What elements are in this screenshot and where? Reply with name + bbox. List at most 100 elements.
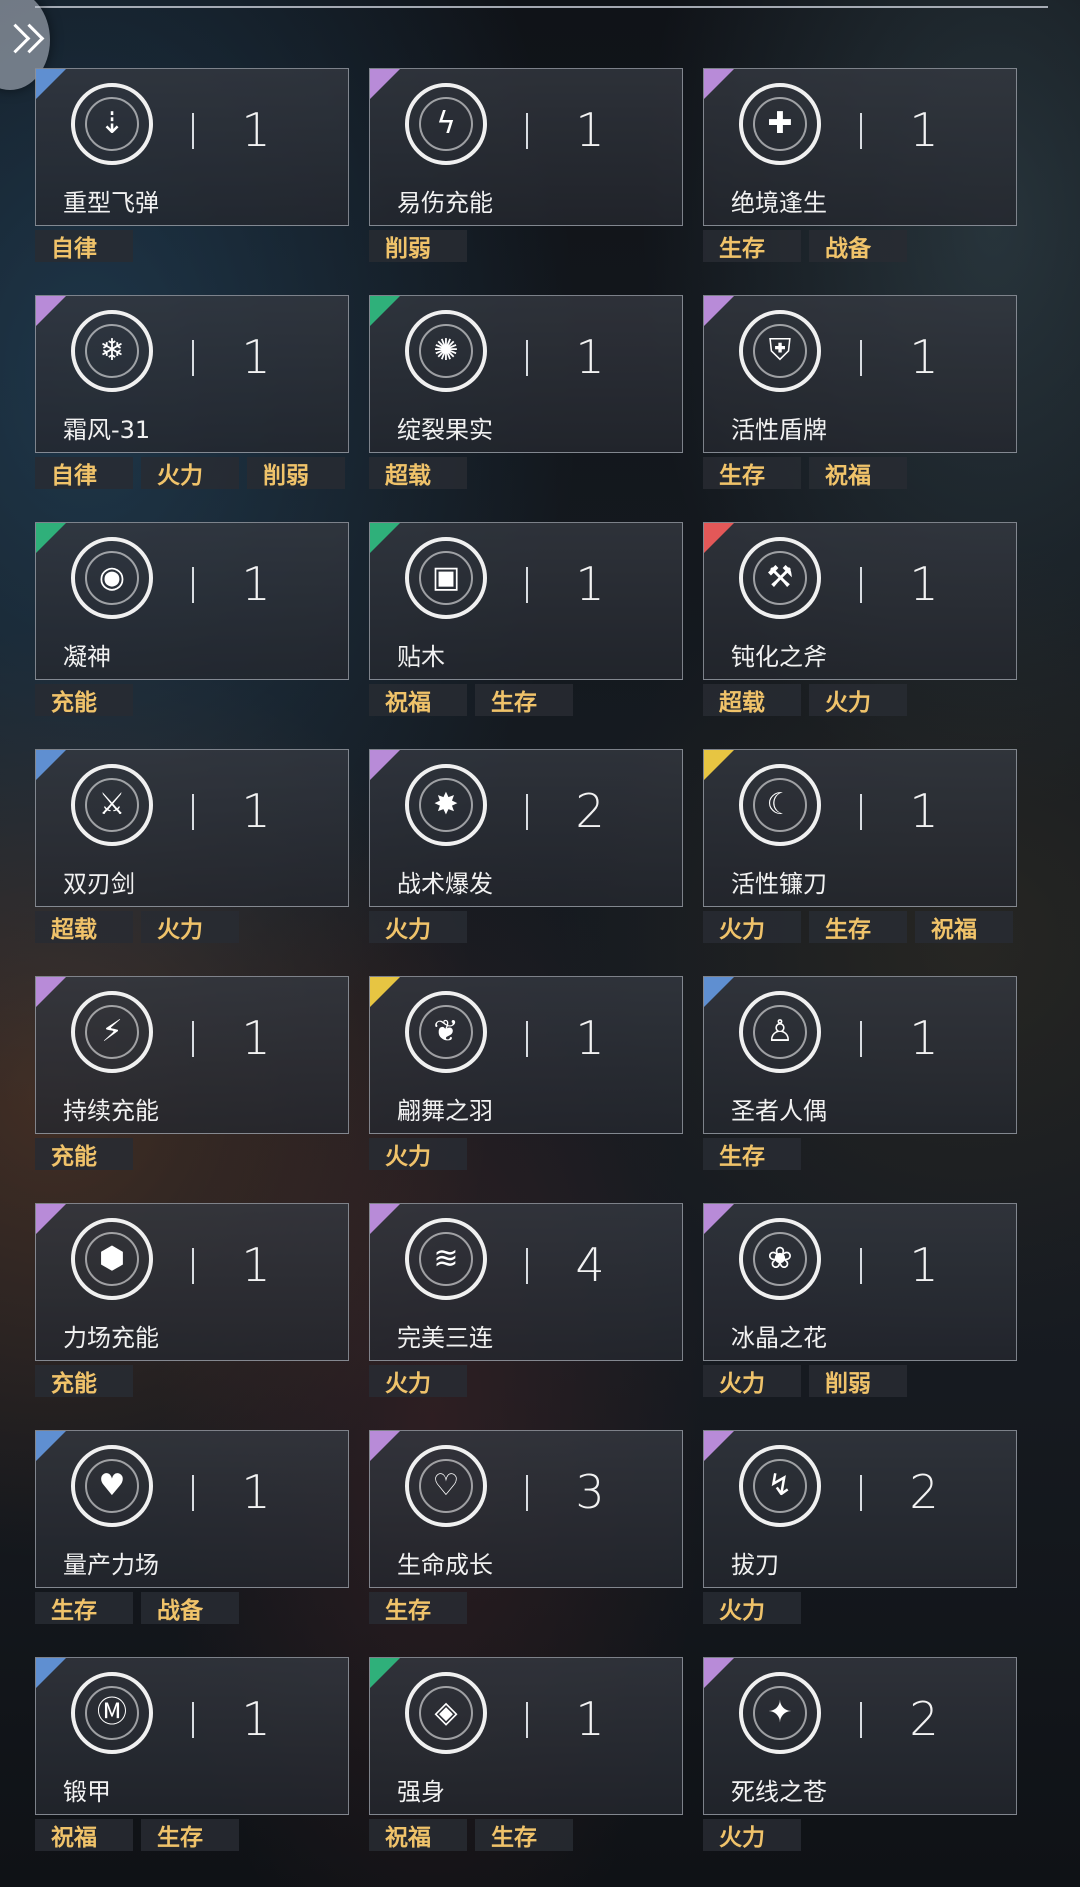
item-card[interactable]: ⚔ 1 双刃剑 超载 火力: [35, 749, 349, 943]
item-name: 翩舞之羽: [397, 1097, 493, 1125]
rarity-marker: [704, 1658, 734, 1688]
item-name: 量产力场: [63, 1551, 159, 1579]
item-count: 1: [575, 1692, 605, 1746]
diamond-chevron-icon: ◈: [405, 1672, 487, 1754]
item-name: 锻甲: [63, 1778, 111, 1806]
item-card[interactable]: ⛨ 1 活性盾牌生存 祝福: [703, 295, 1017, 489]
item-name: 圣者人偶: [731, 1097, 827, 1125]
item-card[interactable]: ◈ 1 强身祝福 生存: [369, 1657, 683, 1851]
rarity-marker: [704, 523, 734, 553]
tag-list: 自律 火力 削弱: [35, 457, 345, 491]
tag-list: 火力: [369, 1138, 467, 1172]
tag-badge: 火力: [141, 911, 239, 943]
item-card[interactable]: ✸ 2 战术爆发 火力: [369, 749, 683, 943]
item-count: 1: [909, 330, 939, 384]
tag-badge: 超载: [369, 457, 467, 489]
rarity-marker: [704, 69, 734, 99]
barrier-icon: ▣: [405, 537, 487, 619]
item-card[interactable]: ✦ 2 死线之苍 火力: [703, 1657, 1017, 1851]
shield-bolt-icon: ϟ: [405, 83, 487, 165]
double-blade-icon: ⚔: [71, 764, 153, 846]
rarity-marker: [704, 296, 734, 326]
item-card[interactable]: ⬢ 1 力场充能 充能: [35, 1203, 349, 1397]
item-name: 钝化之斧: [731, 643, 827, 671]
item-count: 1: [575, 557, 605, 611]
item-count: 1: [909, 1238, 939, 1292]
item-card[interactable]: ⚡ 1 持续充能 充能: [35, 976, 349, 1170]
card-frame: ◉ 1 凝神: [35, 522, 349, 680]
count-divider: [192, 1248, 194, 1284]
tag-list: 火力: [703, 1592, 801, 1626]
item-card[interactable]: ❄ 1 霜风-31 自律 火力 削弱: [35, 295, 349, 489]
card-frame: ϟ 1 易伤充能: [369, 68, 683, 226]
heart-hex-icon: ♥: [71, 1445, 153, 1527]
item-card[interactable]: ♡ 3 生命成长生存: [369, 1430, 683, 1624]
item-name: 凝神: [63, 643, 111, 671]
tag-list: 祝福 生存: [369, 1819, 573, 1853]
tag-list: 祝福 生存: [35, 1819, 239, 1853]
tag-badge: 生存: [703, 457, 801, 489]
item-card[interactable]: ❦ 1 翩舞之羽 火力: [369, 976, 683, 1170]
item-card[interactable]: ♙ 1 圣者人偶 生存: [703, 976, 1017, 1170]
draw-sword-icon: ↯: [739, 1445, 821, 1527]
tag-badge: 生存: [703, 230, 801, 262]
item-card[interactable]: ⚒ 1 钝化之斧 超载 火力: [703, 522, 1017, 716]
rarity-marker: [704, 750, 734, 780]
item-name: 强身: [397, 1778, 445, 1806]
tag-badge: 削弱: [369, 230, 467, 262]
feather-icon: ❦: [405, 991, 487, 1073]
item-card[interactable]: ☾ 1 活性镰刀 火力 生存 祝福: [703, 749, 1017, 943]
tag-badge: 生存: [369, 1592, 467, 1624]
item-card[interactable]: ⇣ 1 重型飞弹 自律: [35, 68, 349, 262]
tag-list: 自律: [35, 230, 133, 264]
deadline-star-icon: ✦: [739, 1672, 821, 1754]
count-divider: [526, 1475, 528, 1511]
item-card[interactable]: ≋ 4 完美三连 火力: [369, 1203, 683, 1397]
card-frame: ❄ 1 霜风-31: [35, 295, 349, 453]
item-count: 4: [575, 1238, 605, 1292]
tag-badge: 生存: [475, 1819, 573, 1851]
item-count: 1: [909, 557, 939, 611]
item-count: 1: [575, 103, 605, 157]
card-frame: ⚡ 1 持续充能: [35, 976, 349, 1134]
rarity-marker: [36, 296, 66, 326]
tag-badge: 祝福: [369, 684, 467, 716]
count-divider: [860, 1475, 862, 1511]
tag-badge: 火力: [369, 1365, 467, 1397]
item-card[interactable]: Ⓜ 1 锻甲祝福 生存: [35, 1657, 349, 1851]
burst-icon: ✸: [405, 764, 487, 846]
item-card[interactable]: ♥ 1 量产力场 生存 战备: [35, 1430, 349, 1624]
item-card[interactable]: ❀ 1 冰晶之花 火力 削弱: [703, 1203, 1017, 1397]
tag-badge: 祝福: [809, 457, 907, 489]
item-card[interactable]: ◉ 1 凝神充能: [35, 522, 349, 716]
tag-badge: 削弱: [247, 457, 345, 489]
tag-badge: 充能: [35, 684, 133, 716]
axe-icon: ⚒: [739, 537, 821, 619]
item-name: 死线之苍: [731, 1778, 827, 1806]
rarity-marker: [704, 977, 734, 1007]
card-frame: Ⓜ 1 锻甲: [35, 1657, 349, 1815]
count-divider: [526, 567, 528, 603]
tag-badge: 祝福: [35, 1819, 133, 1851]
ice-flower-icon: ❀: [739, 1218, 821, 1300]
rarity-marker: [370, 1204, 400, 1234]
item-count: 2: [909, 1465, 939, 1519]
item-count: 1: [909, 103, 939, 157]
item-count: 1: [241, 1011, 271, 1065]
tag-list: 火力: [703, 1819, 801, 1853]
item-card[interactable]: ✺ 1 绽裂果实 超载: [369, 295, 683, 489]
tag-badge: 火力: [703, 1365, 801, 1397]
count-divider: [192, 1021, 194, 1057]
rarity-marker: [370, 1658, 400, 1688]
card-frame: ♡ 3 生命成长: [369, 1430, 683, 1588]
card-frame: ▣ 1 贴木: [369, 522, 683, 680]
item-card[interactable]: ↯ 2 拔刀 火力: [703, 1430, 1017, 1624]
card-frame: ⛨ 1 活性盾牌: [703, 295, 1017, 453]
item-card[interactable]: ✚ 1 绝境逢生 生存 战备: [703, 68, 1017, 262]
frost-turret-icon: ❄: [71, 310, 153, 392]
tag-badge: 生存: [703, 1138, 801, 1170]
item-card[interactable]: ϟ 1 易伤充能 削弱: [369, 68, 683, 262]
tag-list: 火力 削弱: [703, 1365, 907, 1399]
item-count: 1: [241, 1238, 271, 1292]
item-card[interactable]: ▣ 1 贴木 祝福 生存: [369, 522, 683, 716]
